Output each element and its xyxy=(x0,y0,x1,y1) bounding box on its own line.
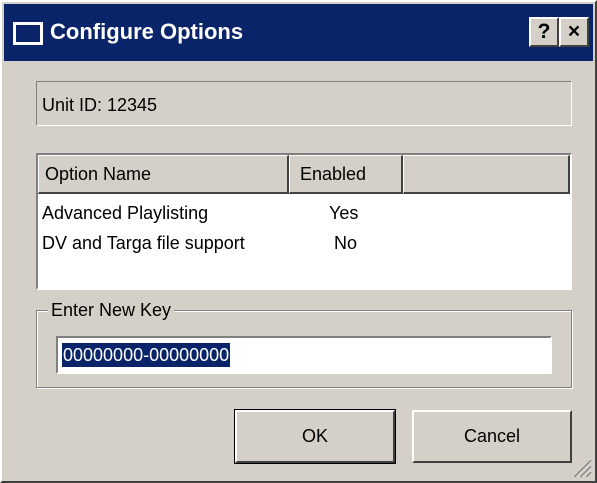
option-name: Advanced Playlisting xyxy=(42,203,209,223)
column-header-option-name[interactable]: Option Name xyxy=(38,155,289,194)
cancel-button[interactable]: Cancel xyxy=(412,410,572,463)
key-input[interactable]: 00000000-00000000 xyxy=(56,336,552,374)
title-bar[interactable]: Configure Options ? × xyxy=(4,4,593,61)
option-enabled: No xyxy=(334,233,358,253)
unit-id-label: Unit ID: 12345 xyxy=(42,95,158,115)
list-header: Option Name Enabled xyxy=(38,155,570,194)
configure-options-dialog: Configure Options ? × Unit ID: 12345 Opt… xyxy=(0,0,597,483)
column-header-empty[interactable] xyxy=(403,155,570,194)
window-icon xyxy=(13,22,43,45)
resize-grip-icon[interactable] xyxy=(568,454,592,478)
column-header-enabled[interactable]: Enabled xyxy=(289,155,403,194)
list-item[interactable]: DV and Targa file support No xyxy=(42,228,562,258)
close-button[interactable]: × xyxy=(559,17,589,47)
help-button[interactable]: ? xyxy=(529,17,559,47)
ok-button[interactable]: OK xyxy=(234,409,396,464)
list-item[interactable]: Advanced Playlisting Yes xyxy=(42,198,562,228)
options-list[interactable]: Option Name Enabled Advanced Playlisting… xyxy=(36,153,572,290)
option-enabled: Yes xyxy=(329,203,359,223)
option-name: DV and Targa file support xyxy=(42,233,245,253)
key-input-value: 00000000-00000000 xyxy=(62,343,231,367)
window-title: Configure Options xyxy=(50,19,244,44)
enter-key-group-label: Enter New Key xyxy=(48,299,175,321)
